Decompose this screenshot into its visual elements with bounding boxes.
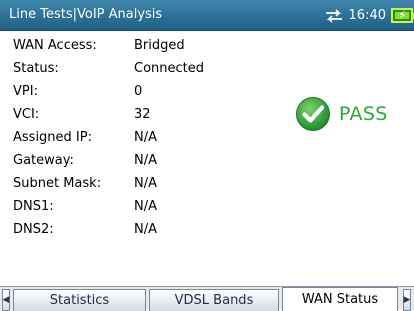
field-value: N/A xyxy=(134,130,157,145)
vci-row: VCI: 32 xyxy=(0,104,260,126)
tab-scroll-right-button[interactable]: ▶ xyxy=(403,289,411,311)
wan-access-row: WAN Access: Bridged xyxy=(0,35,260,57)
wan-status-panel: WAN Access: Bridged Status: Connected VP… xyxy=(0,31,414,286)
tab-label: WAN Status xyxy=(301,292,379,307)
tab-vdsl-bands[interactable]: VDSL Bands xyxy=(149,289,279,311)
dns1-row: DNS1: N/A xyxy=(0,196,260,218)
assigned-ip-row: Assigned IP: N/A xyxy=(0,127,260,149)
tab-wan-status[interactable]: WAN Status xyxy=(282,287,398,311)
status-area: 16:40 ⚡ xyxy=(324,0,414,31)
status-row: Status: Connected xyxy=(0,58,260,80)
field-value: N/A xyxy=(134,176,157,191)
tab-statistics[interactable]: Statistics xyxy=(13,289,146,311)
field-label: VPI: xyxy=(13,84,38,99)
pass-label: PASS xyxy=(339,103,388,125)
field-label: DNS2: xyxy=(13,222,54,237)
tab-scroll-left-button[interactable]: ◀ xyxy=(2,289,10,311)
field-label: DNS1: xyxy=(13,199,54,214)
tab-label: VDSL Bands xyxy=(174,293,254,308)
gateway-row: Gateway: N/A xyxy=(0,150,260,172)
subnet-mask-row: Subnet Mask: N/A xyxy=(0,173,260,195)
page-title: Line Tests|VoIP Analysis xyxy=(9,7,163,22)
field-value: N/A xyxy=(134,153,157,168)
field-value: N/A xyxy=(134,199,157,214)
field-value: N/A xyxy=(134,222,157,237)
checkmark-circle-icon xyxy=(296,97,330,131)
field-value: 0 xyxy=(134,84,143,99)
vpi-row: VPI: 0 xyxy=(0,81,260,103)
field-label: Gateway: xyxy=(13,153,74,168)
field-label: WAN Access: xyxy=(13,38,97,53)
field-value: 32 xyxy=(134,107,151,122)
field-label: Assigned IP: xyxy=(13,130,92,145)
field-label: Status: xyxy=(13,61,59,76)
dns2-row: DNS2: N/A xyxy=(0,219,260,241)
clock: 16:40 xyxy=(348,8,386,23)
title-bar: Line Tests|VoIP Analysis 16:40 ⚡ xyxy=(0,0,414,31)
field-label: VCI: xyxy=(13,107,40,122)
battery-charging-icon: ⚡ xyxy=(391,8,414,23)
network-transfer-icon xyxy=(325,8,342,23)
field-value: Connected xyxy=(134,61,205,76)
pass-result: PASS xyxy=(295,96,388,132)
tab-bar: ◀ Statistics VDSL Bands WAN Status ▶ xyxy=(0,286,414,311)
field-value: Bridged xyxy=(134,38,185,53)
tab-label: Statistics xyxy=(49,293,110,308)
field-label: Subnet Mask: xyxy=(13,176,102,191)
